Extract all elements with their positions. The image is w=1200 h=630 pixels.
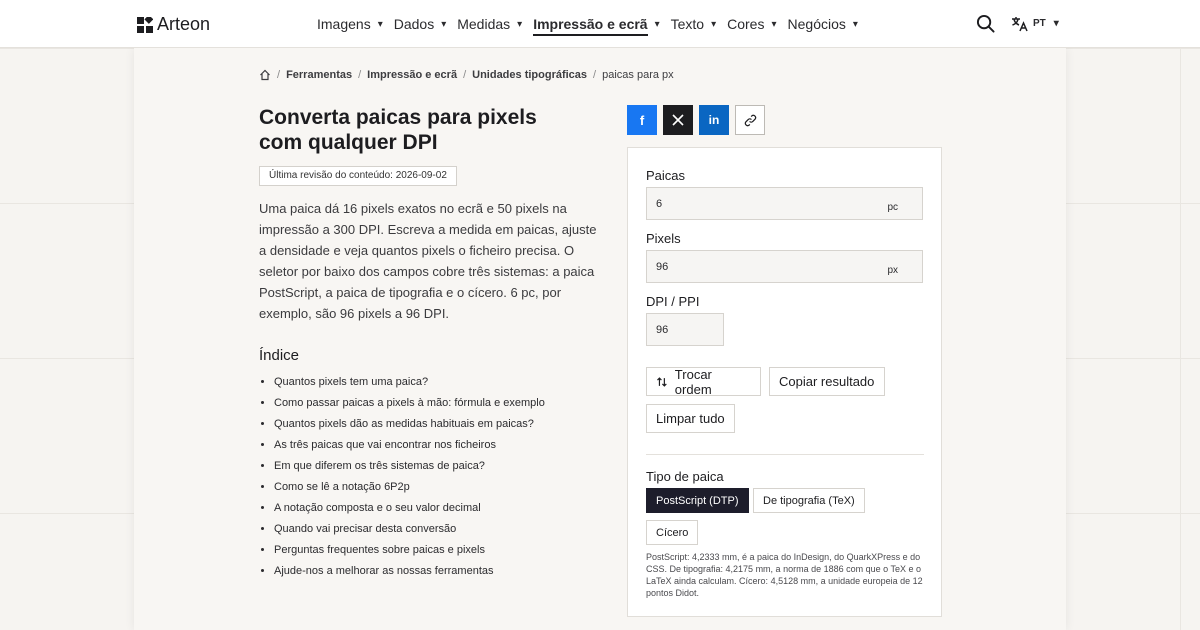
linkedin-share-button[interactable]: in: [699, 105, 729, 135]
nav-item-dados[interactable]: Dados ▾: [394, 16, 447, 32]
divider: [646, 454, 924, 455]
brand-logo[interactable]: Arteon: [137, 14, 210, 35]
converter-panel: Paicas 6 pc Pixels 96 px DPI / PPI 96 Tr…: [627, 147, 942, 617]
table-of-contents: Quantos pixels tem uma paica? Como passa…: [274, 374, 545, 584]
chevron-down-icon: ▾: [852, 18, 858, 30]
swap-order-button[interactable]: Trocar ordem: [646, 366, 761, 397]
dpi-input[interactable]: 96: [646, 313, 724, 346]
toc-title: Índice: [259, 347, 300, 364]
copy-result-button[interactable]: Copiar resultado: [769, 367, 885, 396]
breadcrumb-item[interactable]: Unidades tipográficas: [472, 69, 587, 81]
pixels-input[interactable]: 96 px: [646, 250, 923, 283]
share-buttons: f in: [627, 105, 765, 135]
pica-type-option-label: De tipografia (TeX): [763, 494, 855, 507]
toc-item[interactable]: Como passar paicas a pixels à mão: fórmu…: [274, 395, 545, 416]
toc-item[interactable]: Como se lê a notação 6P2p: [274, 479, 545, 500]
revision-badge: Última revisão do conteúdo: 2026-09-02: [259, 166, 457, 186]
pica-type-option-label: PostScript (DTP): [656, 494, 739, 507]
breadcrumb-separator: /: [277, 69, 281, 81]
chevron-down-icon: ▾: [377, 18, 383, 30]
nav-item-impressao[interactable]: Impressão e ecrã ▾: [533, 12, 660, 36]
toc-item[interactable]: Quantos pixels dão as medidas habituais …: [274, 416, 545, 437]
facebook-share-button[interactable]: f: [627, 105, 657, 135]
nav-label: Cores: [727, 16, 765, 32]
clear-all-button[interactable]: Limpar tudo: [646, 404, 735, 433]
copy-result-label: Copiar resultado: [779, 374, 875, 389]
pixels-label: Pixels: [646, 231, 681, 246]
swap-order-label: Trocar ordem: [674, 366, 712, 397]
chevron-down-icon: ▾: [1053, 18, 1059, 29]
picas-input[interactable]: 6 pc: [646, 187, 923, 220]
nav-label: Dados: [393, 16, 435, 32]
search-icon[interactable]: [976, 14, 995, 33]
x-share-button[interactable]: [663, 105, 693, 135]
breadcrumb-separator: /: [358, 69, 362, 81]
swap-icon: [657, 376, 667, 387]
toc-item[interactable]: Quantos pixels tem uma paica?: [274, 374, 545, 395]
copy-link-button[interactable]: [735, 105, 765, 135]
chevron-down-icon: ▾: [711, 18, 717, 30]
picas-label: Paicas: [646, 168, 686, 183]
main-nav: Imagens ▾ Dados ▾ Medidas ▾ Impressão e ecr…: [317, 0, 869, 48]
dpi-value: 96: [656, 324, 669, 336]
clear-all-label: Limpar tudo: [656, 411, 725, 426]
breadcrumb: / Ferramentas / Impressão e ecrã / Unida…: [259, 69, 674, 81]
nav-label: Imagens: [317, 16, 371, 32]
arteon-logo-icon: [137, 16, 153, 33]
breadcrumb-separator: /: [593, 69, 597, 81]
facebook-icon: f: [639, 112, 645, 128]
breadcrumb-current: paicas para px: [602, 69, 674, 81]
breadcrumb-item[interactable]: Ferramentas: [286, 69, 352, 81]
nav-item-texto[interactable]: Texto ▾: [671, 16, 717, 32]
nav-item-medidas[interactable]: Medidas ▾: [457, 16, 522, 32]
pixels-unit: px: [887, 265, 898, 276]
toc-item[interactable]: As três paicas que vai encontrar nos fic…: [274, 437, 545, 458]
pica-type-note: PostScript: 4,2333 mm, é a paica do InDe…: [646, 552, 923, 598]
nav-label: Impressão e ecrã: [533, 16, 648, 36]
nav-label: Medidas: [457, 16, 511, 32]
toc-item[interactable]: Ajude-nos a melhorar as nossas ferrament…: [274, 563, 545, 584]
pica-type-cicero[interactable]: Cícero: [646, 520, 699, 545]
pica-type-label: Tipo de paica: [646, 469, 724, 484]
picas-unit: pc: [887, 202, 898, 213]
language-selector[interactable]: PT ▾: [1011, 16, 1059, 32]
header-actions: PT ▾: [976, 14, 1059, 33]
brand-name: Arteon: [157, 14, 211, 34]
site-header: Arteon Imagens ▾ Dados ▾ Medidas ▾ Impressã…: [0, 0, 1200, 48]
toc-item[interactable]: Quando vai precisar desta conversão: [274, 521, 545, 542]
linkedin-icon: in: [708, 113, 720, 127]
link-icon: [744, 114, 756, 126]
intro-paragraph: Uma paica dá 16 pixels exatos no ecrã e …: [259, 201, 597, 321]
picas-value: 6: [656, 198, 663, 210]
chevron-down-icon: ▾: [771, 18, 777, 30]
toc-item[interactable]: A notação composta e o seu valor decimal: [274, 500, 545, 521]
page-title: Converta paicas para pixels com qualquer…: [259, 106, 537, 154]
pica-type-tex[interactable]: De tipografia (TeX): [753, 488, 865, 513]
chevron-down-icon: ▾: [654, 18, 660, 30]
breadcrumb-separator: /: [463, 69, 467, 81]
x-icon: [672, 114, 684, 126]
nav-label: Texto: [670, 16, 705, 32]
translate-icon: [1012, 16, 1028, 31]
nav-label: Negócios: [787, 16, 846, 32]
nav-item-cores[interactable]: Cores ▾: [727, 16, 776, 32]
language-code: PT: [1033, 18, 1046, 29]
toc-item[interactable]: Perguntas frequentes sobre paicas e pixe…: [274, 542, 545, 563]
chevron-down-icon: ▾: [441, 18, 447, 30]
toc-item[interactable]: Em que diferem os três sistemas de paica…: [274, 458, 545, 479]
chevron-down-icon: ▾: [517, 18, 523, 30]
pica-type-option-label: Cícero: [656, 526, 689, 539]
breadcrumb-item[interactable]: Impressão e ecrã: [367, 69, 457, 81]
dpi-label: DPI / PPI: [646, 294, 700, 309]
nav-item-negocios[interactable]: Negócios ▾: [788, 16, 858, 32]
pica-type-postscript[interactable]: PostScript (DTP): [646, 488, 749, 513]
home-icon[interactable]: [259, 69, 271, 81]
pixels-value: 96: [656, 261, 669, 273]
nav-item-imagens[interactable]: Imagens ▾: [317, 16, 383, 32]
